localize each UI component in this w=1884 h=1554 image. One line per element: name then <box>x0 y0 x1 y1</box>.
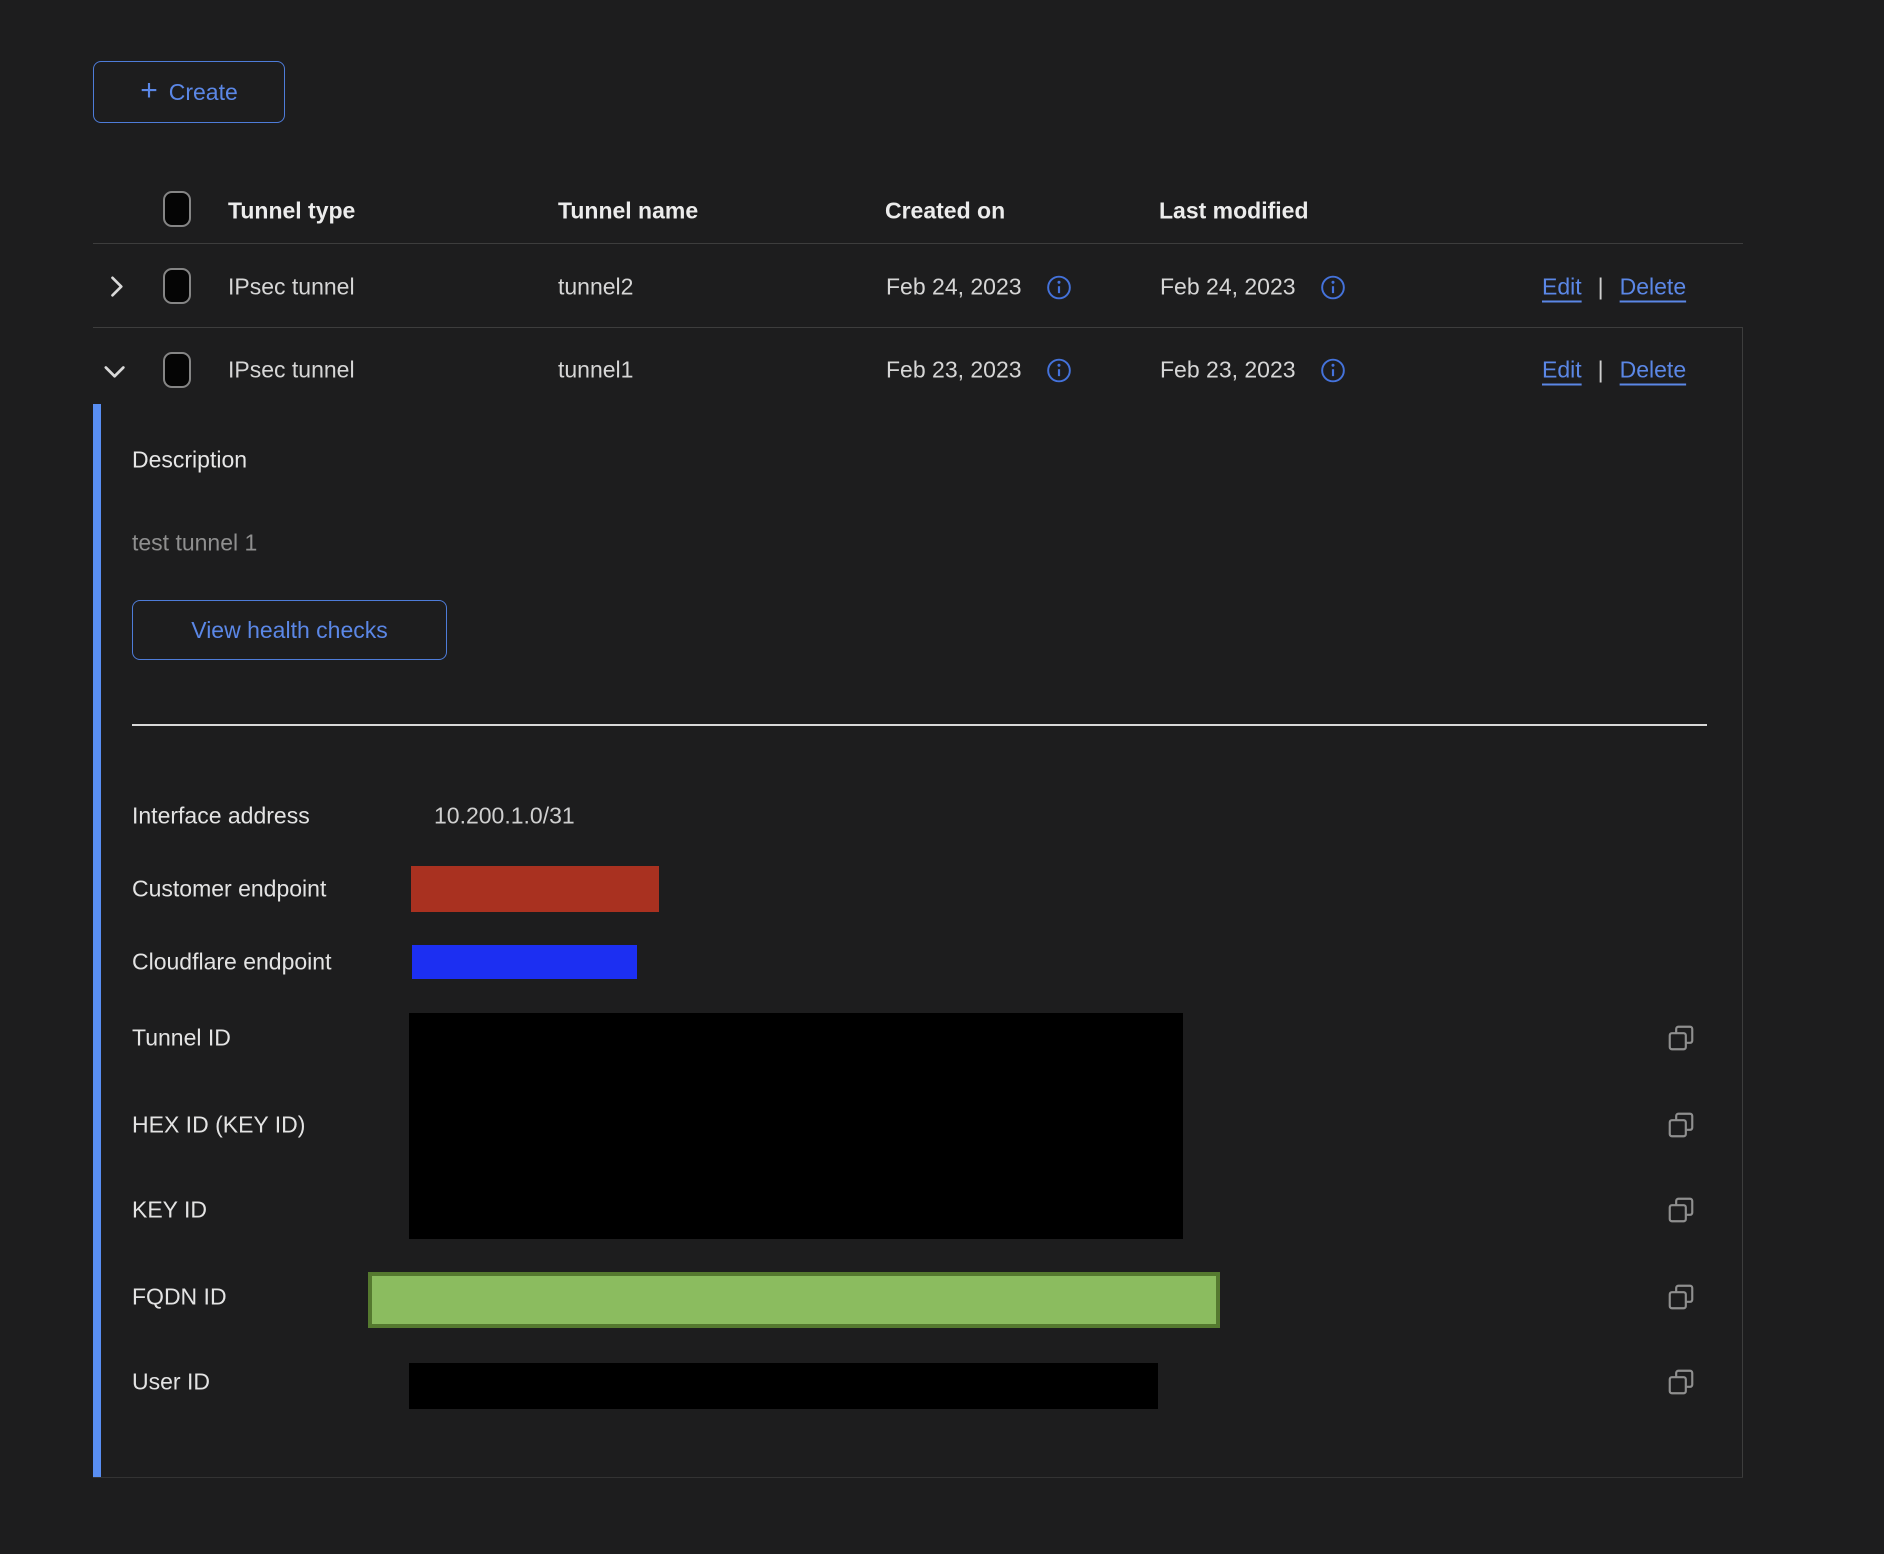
expand-row-button[interactable] <box>102 272 130 300</box>
info-icon[interactable] <box>1320 357 1346 383</box>
info-icon[interactable] <box>1320 274 1346 300</box>
copy-icon <box>1666 1110 1696 1140</box>
action-separator: | <box>1598 357 1604 384</box>
create-button-label: Create <box>169 79 238 106</box>
copy-tunnel-id-button[interactable] <box>1666 1023 1696 1053</box>
copy-key-id-button[interactable] <box>1666 1195 1696 1225</box>
last-modified-date: Feb 24, 2023 <box>1160 274 1296 301</box>
cloudflare-endpoint-label: Cloudflare endpoint <box>132 949 331 976</box>
created-on-cell: Feb 23, 2023 <box>886 357 1072 384</box>
cloudflare-endpoint-redacted-value <box>412 945 637 979</box>
copy-icon <box>1666 1023 1696 1053</box>
copy-icon <box>1666 1367 1696 1397</box>
row-actions: Edit | Delete <box>1542 357 1686 384</box>
row-checkbox[interactable] <box>163 268 191 304</box>
description-value: test tunnel 1 <box>132 530 257 557</box>
description-label: Description <box>132 447 247 474</box>
row-actions: Edit | Delete <box>1542 274 1686 301</box>
customer-endpoint-redacted-value <box>411 866 659 912</box>
interface-address-value: 10.200.1.0/31 <box>434 803 575 830</box>
info-icon[interactable] <box>1046 274 1072 300</box>
interface-address-label: Interface address <box>132 803 310 830</box>
row-checkbox[interactable] <box>163 352 191 388</box>
table-right-border <box>1742 327 1743 1478</box>
created-on-date: Feb 24, 2023 <box>886 274 1022 301</box>
last-modified-date: Feb 23, 2023 <box>1160 357 1296 384</box>
tunnel-ids-redacted-values <box>409 1013 1183 1239</box>
fqdn-id-redacted-value <box>368 1272 1220 1328</box>
edit-link[interactable]: Edit <box>1542 357 1582 384</box>
last-modified-cell: Feb 23, 2023 <box>1160 357 1346 384</box>
column-header-tunnel-name: Tunnel name <box>558 198 698 225</box>
tunnel-type-cell: IPsec tunnel <box>228 357 355 384</box>
column-header-created-on: Created on <box>885 198 1005 225</box>
expanded-row-indicator <box>93 404 101 1478</box>
action-separator: | <box>1598 274 1604 301</box>
key-id-label: KEY ID <box>132 1197 207 1224</box>
created-on-date: Feb 23, 2023 <box>886 357 1022 384</box>
chevron-right-icon <box>102 272 130 300</box>
copy-user-id-button[interactable] <box>1666 1367 1696 1397</box>
tunnel-name-cell: tunnel1 <box>558 357 633 384</box>
customer-endpoint-label: Customer endpoint <box>132 876 326 903</box>
select-all-checkbox[interactable] <box>163 191 191 227</box>
tunnel-name-cell: tunnel2 <box>558 274 633 301</box>
row-divider <box>93 327 1743 328</box>
info-icon[interactable] <box>1046 357 1072 383</box>
delete-link[interactable]: Delete <box>1620 274 1686 301</box>
column-header-last-modified: Last modified <box>1159 198 1309 225</box>
section-divider <box>132 724 1707 726</box>
hex-id-label: HEX ID (KEY ID) <box>132 1112 305 1139</box>
column-header-tunnel-type: Tunnel type <box>228 198 355 225</box>
last-modified-cell: Feb 24, 2023 <box>1160 274 1346 301</box>
view-health-checks-button[interactable]: View health checks <box>132 600 447 660</box>
copy-icon <box>1666 1195 1696 1225</box>
collapse-row-button[interactable] <box>100 357 128 385</box>
copy-icon <box>1666 1282 1696 1312</box>
fqdn-id-label: FQDN ID <box>132 1284 227 1311</box>
copy-fqdn-id-button[interactable] <box>1666 1282 1696 1312</box>
copy-hex-id-button[interactable] <box>1666 1110 1696 1140</box>
user-id-redacted-value <box>409 1363 1158 1409</box>
expanded-section-bottom-divider <box>93 1477 1743 1478</box>
header-divider <box>93 243 1743 244</box>
delete-link[interactable]: Delete <box>1620 357 1686 384</box>
edit-link[interactable]: Edit <box>1542 274 1582 301</box>
user-id-label: User ID <box>132 1369 210 1396</box>
chevron-down-icon <box>100 357 128 385</box>
created-on-cell: Feb 24, 2023 <box>886 274 1072 301</box>
create-button[interactable]: + Create <box>93 61 285 123</box>
tunnel-id-label: Tunnel ID <box>132 1025 231 1052</box>
tunnel-type-cell: IPsec tunnel <box>228 274 355 301</box>
